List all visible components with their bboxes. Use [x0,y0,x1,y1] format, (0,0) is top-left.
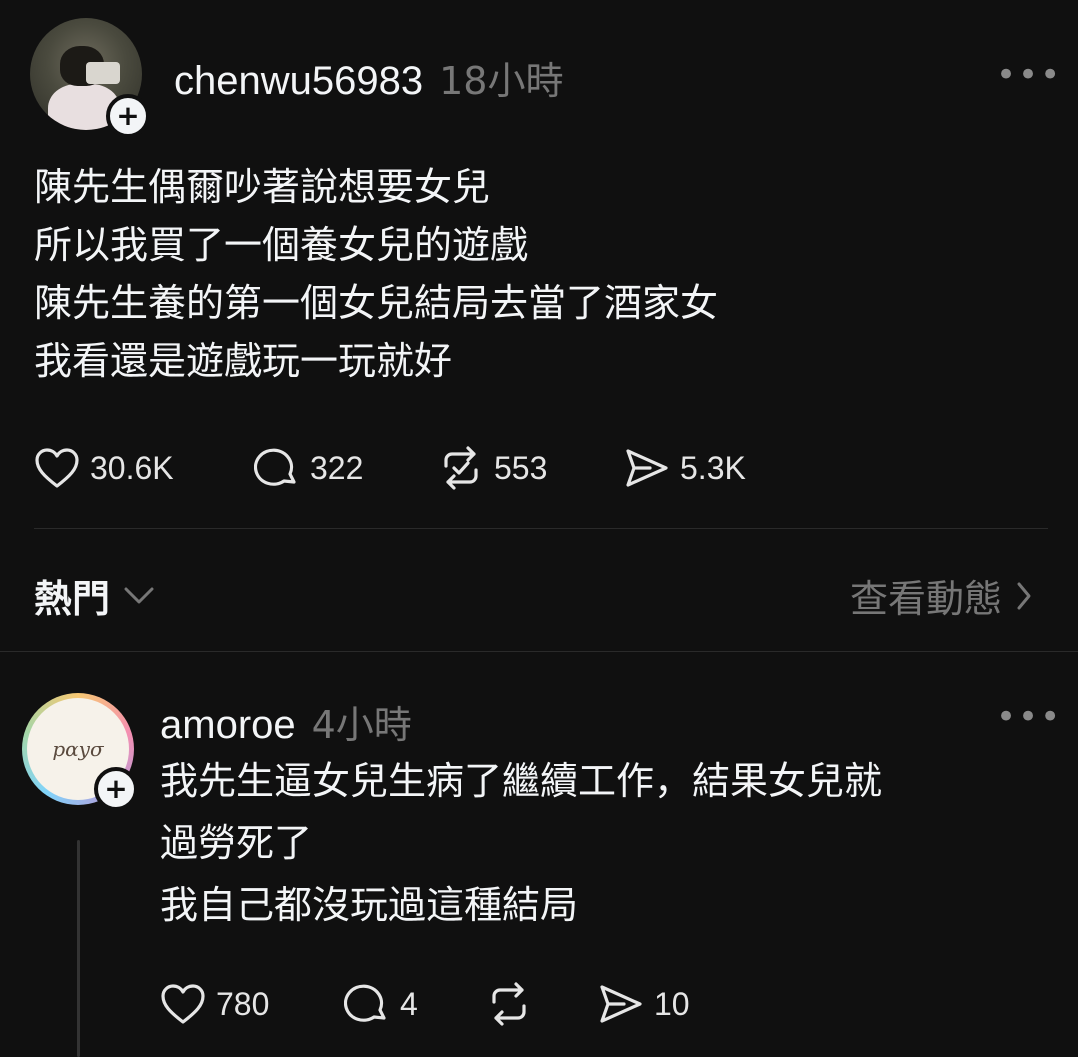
more-options-icon[interactable]: ••• [996,58,1062,92]
repost-button[interactable]: 553 [438,446,624,490]
comment-count: 322 [310,449,364,486]
follow-plus-icon[interactable]: + [94,767,138,811]
replies-sort-bar: 熱門 查看動態 [0,540,1078,640]
sort-label: 熱門 [34,577,111,621]
like-count: 30.6K [90,449,174,486]
post-header: chenwu56983 18小時 [174,50,563,105]
like-button[interactable]: 30.6K [34,447,254,489]
heart-icon [161,984,205,1024]
post-line: 陳先生養的第一個女兒結局去當了酒家女 [34,281,719,325]
send-icon [600,985,642,1023]
reply-line: 過勞死了 [160,821,313,865]
repost-icon [492,982,526,1026]
share-button[interactable]: 5.3K [624,447,746,489]
post-timestamp: 18小時 [439,59,564,103]
post-line: 所以我買了一個養女兒的遊戲 [34,223,529,267]
repost-button[interactable] [486,982,598,1026]
post-actions: 30.6K 322 553 5.3K [34,446,746,490]
more-options-icon[interactable]: ••• [996,700,1062,734]
like-count: 780 [216,985,270,1022]
post-line: 陳先生偶爾吵著說想要女兒 [34,165,491,209]
repost-count: 553 [494,449,548,486]
reply-line: 我自己都沒玩過這種結局 [160,883,579,927]
share-button[interactable]: 10 [598,983,690,1025]
speech-bubble-icon [344,984,386,1022]
section-divider [0,651,1078,652]
follow-plus-icon[interactable]: + [106,94,150,138]
reply-author-avatar[interactable]: pαyσ + [22,693,138,811]
reply-body: 我先生逼女兒生病了繼續工作，結果女兒就 過勞死了 我自己都沒玩過這種結局 [160,750,882,936]
chevron-right-icon [1017,582,1031,609]
reply-actions: 780 4 10 [160,982,690,1026]
comment-button[interactable]: 4 [344,982,486,1026]
view-activity-link[interactable]: 查看動態 [850,568,1032,623]
repost-icon [444,446,478,490]
heart-icon [35,448,79,488]
post-body: 陳先生偶爾吵著說想要女兒 所以我買了一個養女兒的遊戲 陳先生養的第一個女兒結局去… [34,158,718,390]
post-username[interactable]: chenwu56983 [174,59,423,104]
post-line: 我看還是遊戲玩一玩就好 [34,339,453,383]
post-author-avatar[interactable]: + [30,18,150,138]
sort-dropdown[interactable]: 熱門 [34,568,156,623]
reply-header: amoroe 4小時 [160,694,412,749]
thread-line [77,840,80,1057]
chevron-down-icon [124,587,154,603]
reply-timestamp: 4小時 [311,703,412,747]
divider [34,528,1048,529]
share-count: 5.3K [680,449,746,486]
share-count: 10 [654,985,690,1022]
comment-button[interactable]: 322 [254,446,438,490]
send-icon [626,449,668,487]
reply-username[interactable]: amoroe [160,703,296,748]
speech-bubble-icon [254,448,296,486]
like-button[interactable]: 780 [160,983,344,1025]
view-activity-label: 查看動態 [849,577,1002,621]
comment-count: 4 [400,985,418,1022]
reply-line: 我先生逼女兒生病了繼續工作，結果女兒就 [160,759,883,803]
